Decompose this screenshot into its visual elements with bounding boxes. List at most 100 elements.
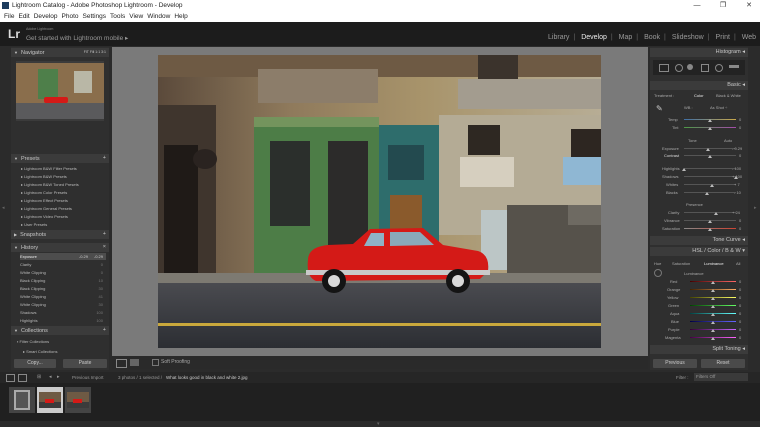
blacks-value[interactable]: - 10 <box>734 190 741 195</box>
presets-header[interactable]: ▼ Presets + <box>11 154 109 163</box>
highlights-value[interactable]: - 100 <box>732 166 741 171</box>
menu-edit[interactable]: Edit <box>18 12 29 22</box>
clarity-slider[interactable] <box>684 212 736 213</box>
preset-folder[interactable]: ▸ Lightroom Color Presets <box>21 190 67 195</box>
red-luminance-value[interactable]: 0 <box>739 279 741 284</box>
vibrance-slider-knob[interactable] <box>708 220 712 223</box>
preset-folder[interactable]: ▸ Lightroom B&W Toned Presets <box>21 182 79 187</box>
blue-luminance-knob[interactable] <box>711 321 715 324</box>
preset-folder[interactable]: ▸ Lightroom Video Presets <box>21 214 68 219</box>
purple-luminance-value[interactable]: 0 <box>739 327 741 332</box>
highlights-slider-knob[interactable] <box>682 168 686 171</box>
exposure-value[interactable]: - 0.29 <box>732 146 742 151</box>
left-panel-toggle-icon[interactable]: ◂ <box>2 205 5 211</box>
menu-help[interactable]: Help <box>174 12 187 22</box>
target-adjustment-icon[interactable] <box>654 269 662 277</box>
module-web[interactable]: Web <box>742 34 756 41</box>
filter-dropdown[interactable]: Filters Off <box>694 373 748 381</box>
all-tab[interactable]: All <box>736 261 740 266</box>
filmstrip-source[interactable]: Previous Import <box>72 375 104 380</box>
aqua-luminance-knob[interactable] <box>711 313 715 316</box>
secondary-display-icon[interactable] <box>6 374 15 382</box>
wb-dropdown[interactable]: As Shot ÷ <box>710 105 727 110</box>
hsl-header[interactable]: HSL / Color / B & W ▾ <box>650 247 748 256</box>
hsl-tab[interactable]: HSL <box>692 248 703 254</box>
collections-header[interactable]: ▼ Collections + <box>11 326 109 335</box>
saturation-tab[interactable]: Saturation <box>672 261 690 266</box>
preset-folder[interactable]: ▸ Lightroom Effect Presets <box>21 198 68 203</box>
spot-removal-icon[interactable] <box>675 64 683 72</box>
add-preset-icon[interactable]: + <box>103 154 106 163</box>
hue-tab[interactable]: Hue <box>654 261 661 266</box>
luminance-tab[interactable]: Luminance <box>704 261 724 266</box>
shadows-slider[interactable] <box>684 176 736 177</box>
temp-slider-knob[interactable] <box>708 119 712 122</box>
filmstrip-toggle-icon[interactable]: ▾ <box>377 421 380 427</box>
red-eye-icon[interactable] <box>687 64 693 70</box>
menu-develop[interactable]: Develop <box>34 12 58 22</box>
orange-luminance-value[interactable]: 0 <box>739 287 741 292</box>
filmstrip-thumbnail[interactable] <box>9 387 35 413</box>
navigator-preview[interactable] <box>16 61 104 121</box>
magenta-luminance-knob[interactable] <box>711 337 715 340</box>
loupe-view-icon[interactable] <box>116 359 127 368</box>
soft-proofing-checkbox[interactable] <box>152 359 159 366</box>
right-panel-toggle-icon[interactable]: ▸ <box>754 205 757 211</box>
menu-file[interactable]: File <box>4 12 14 22</box>
tone-curve-header[interactable]: Tone Curve ◂ <box>650 236 748 245</box>
treatment-color[interactable]: Color <box>694 93 704 98</box>
preset-folder[interactable]: ▸ Lightroom B&W Presets <box>21 174 67 179</box>
filter-collections-item[interactable]: ▪ Filter Collections <box>17 339 49 344</box>
eyedropper-icon[interactable]: ✎ <box>656 105 664 113</box>
radial-filter-icon[interactable] <box>715 64 723 72</box>
brush-tool-icon[interactable] <box>729 65 739 68</box>
clarity-slider-knob[interactable] <box>714 212 719 215</box>
history-step[interactable]: Exposure -0.29 -0.29 <box>20 253 106 260</box>
menu-settings[interactable]: Settings <box>83 12 107 22</box>
grid-view-icon[interactable] <box>18 374 27 382</box>
green-luminance-value[interactable]: 0 <box>739 303 741 308</box>
module-map[interactable]: Map <box>619 34 633 41</box>
module-book[interactable]: Book <box>644 34 660 41</box>
graduated-filter-icon[interactable] <box>701 64 709 72</box>
history-header[interactable]: ▼ History × <box>11 243 109 252</box>
history-step[interactable]: Black Clipping 30 <box>20 285 106 292</box>
clear-history-icon[interactable]: × <box>103 243 106 252</box>
split-toning-header[interactable]: Split Toning ◂ <box>650 345 748 354</box>
before-after-icon[interactable] <box>130 359 139 366</box>
purple-luminance-knob[interactable] <box>711 329 715 332</box>
whites-slider-knob[interactable] <box>709 184 714 187</box>
treatment-bw[interactable]: Black & White <box>716 93 741 98</box>
bw-tab[interactable]: B & W <box>725 248 741 254</box>
saturation-slider-knob[interactable] <box>708 228 712 231</box>
yellow-luminance-knob[interactable] <box>711 297 715 300</box>
maximize-button[interactable]: ❐ <box>714 0 732 12</box>
filmstrip-thumbnail[interactable] <box>65 387 91 413</box>
history-step[interactable]: White Clipping 0 <box>20 269 106 276</box>
preset-folder[interactable]: ▸ Lightroom General Presets <box>21 206 72 211</box>
saturation-value[interactable]: 0 <box>739 226 741 231</box>
crop-tool-icon[interactable] <box>659 64 669 72</box>
paste-button[interactable]: Paste <box>63 359 107 368</box>
module-slideshow[interactable]: Slideshow <box>672 34 704 41</box>
preset-folder[interactable]: ▸ Lightroom B&W Filter Presets <box>21 166 77 171</box>
whites-value[interactable]: + 7 <box>734 182 740 187</box>
shadows-value[interactable]: + 100 <box>732 174 742 179</box>
copy-button[interactable]: Copy... <box>14 359 56 368</box>
back-arrow-icon[interactable]: ◂ <box>49 374 52 380</box>
menu-tools[interactable]: Tools <box>110 12 125 22</box>
color-tab[interactable]: Color <box>707 248 720 254</box>
contrast-slider-knob[interactable] <box>708 155 712 158</box>
close-button[interactable]: ✕ <box>740 0 758 12</box>
menu-view[interactable]: View <box>129 12 143 22</box>
forward-arrow-icon[interactable]: ▸ <box>57 374 60 380</box>
blue-luminance-value[interactable]: 0 <box>739 319 741 324</box>
history-step[interactable]: White Clipping 30 <box>20 301 106 308</box>
basic-header[interactable]: Basic ◂ <box>650 81 748 90</box>
aqua-luminance-value[interactable]: 0 <box>739 311 741 316</box>
selected-filename[interactable]: What looks good in black and white 2.jpg <box>166 375 248 380</box>
clarity-value[interactable]: + 24 <box>732 210 740 215</box>
history-step[interactable]: Clarity 0 <box>20 261 106 268</box>
blacks-slider-knob[interactable] <box>705 192 710 195</box>
grid-icon[interactable]: ⊞ <box>37 374 41 380</box>
